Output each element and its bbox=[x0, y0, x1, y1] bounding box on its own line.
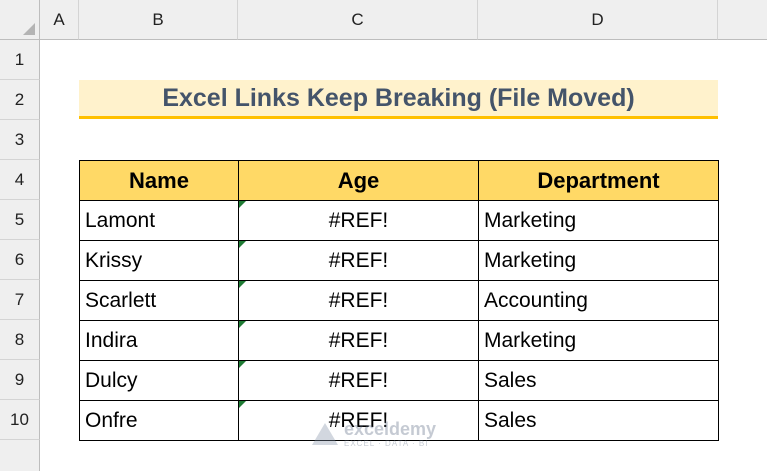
row-header-9[interactable]: 9 bbox=[0, 360, 40, 400]
error-indicator-icon bbox=[239, 401, 246, 408]
column-header-c[interactable]: C bbox=[238, 0, 478, 40]
row-header-4[interactable]: 4 bbox=[0, 160, 40, 200]
cell-name[interactable]: Onfre bbox=[79, 400, 239, 441]
cell-age[interactable]: #REF! bbox=[238, 280, 479, 321]
cell-age-value: #REF! bbox=[328, 408, 389, 432]
row-header-6[interactable]: 6 bbox=[0, 240, 40, 280]
column-header-d[interactable]: D bbox=[478, 0, 718, 40]
cell-age-value: #REF! bbox=[328, 248, 389, 272]
cell-name[interactable]: Scarlett bbox=[79, 280, 239, 321]
table-header-row: Name Age Department bbox=[79, 160, 719, 201]
row-header-1[interactable]: 1 bbox=[0, 40, 40, 80]
column-header-b[interactable]: B bbox=[79, 0, 238, 40]
error-indicator-icon bbox=[239, 241, 246, 248]
column-header-e[interactable] bbox=[718, 0, 767, 40]
watermark-subtitle: EXCEL · DATA · BI bbox=[344, 439, 429, 448]
error-indicator-icon bbox=[239, 201, 246, 208]
row-header-10[interactable]: 10 bbox=[0, 400, 40, 440]
column-header-a[interactable]: A bbox=[40, 0, 79, 40]
cell-department[interactable]: Sales bbox=[478, 400, 719, 441]
error-indicator-icon bbox=[239, 361, 246, 368]
header-department[interactable]: Department bbox=[478, 160, 719, 201]
cell-name[interactable]: Dulcy bbox=[79, 360, 239, 401]
header-age[interactable]: Age bbox=[238, 160, 479, 201]
cell-department[interactable]: Sales bbox=[478, 360, 719, 401]
cell-department[interactable]: Marketing bbox=[478, 320, 719, 361]
cell-age-value: #REF! bbox=[328, 208, 389, 232]
cell-department[interactable]: Accounting bbox=[478, 280, 719, 321]
header-name[interactable]: Name bbox=[79, 160, 239, 201]
cell-age[interactable]: #REF! bbox=[238, 320, 479, 361]
cell-age-value: #REF! bbox=[328, 368, 389, 392]
error-indicator-icon bbox=[239, 281, 246, 288]
row-header-11[interactable] bbox=[0, 440, 40, 471]
table-row: Onfre #REF! Sales bbox=[79, 400, 719, 441]
cell-age-value: #REF! bbox=[328, 328, 389, 352]
row-header-3[interactable]: 3 bbox=[0, 120, 40, 160]
spreadsheet: A B C D 1 2 3 4 5 6 7 8 9 10 Excel Links… bbox=[0, 0, 767, 471]
table-row: Dulcy #REF! Sales bbox=[79, 360, 719, 401]
sheet-title[interactable]: Excel Links Keep Breaking (File Moved) bbox=[79, 80, 718, 119]
cell-age[interactable]: #REF! bbox=[238, 360, 479, 401]
table-row: Scarlett #REF! Accounting bbox=[79, 280, 719, 321]
cell-name[interactable]: Krissy bbox=[79, 240, 239, 281]
cell-department[interactable]: Marketing bbox=[478, 240, 719, 281]
select-all-icon bbox=[23, 23, 35, 35]
cell-name[interactable]: Indira bbox=[79, 320, 239, 361]
data-table: Name Age Department Lamont #REF! Marketi… bbox=[79, 160, 719, 441]
cell-age-value: #REF! bbox=[328, 288, 389, 312]
cell-department[interactable]: Marketing bbox=[478, 200, 719, 241]
select-all-corner[interactable] bbox=[0, 0, 40, 40]
row-header-5[interactable]: 5 bbox=[0, 200, 40, 240]
cell-name[interactable]: Lamont bbox=[79, 200, 239, 241]
table-row: Krissy #REF! Marketing bbox=[79, 240, 719, 281]
row-header-2[interactable]: 2 bbox=[0, 80, 40, 120]
cell-age[interactable]: #REF! bbox=[238, 200, 479, 241]
cell-age[interactable]: #REF! bbox=[238, 400, 479, 441]
table-row: Lamont #REF! Marketing bbox=[79, 200, 719, 241]
error-indicator-icon bbox=[239, 321, 246, 328]
cell-age[interactable]: #REF! bbox=[238, 240, 479, 281]
table-row: Indira #REF! Marketing bbox=[79, 320, 719, 361]
row-header-7[interactable]: 7 bbox=[0, 280, 40, 320]
row-header-8[interactable]: 8 bbox=[0, 320, 40, 360]
